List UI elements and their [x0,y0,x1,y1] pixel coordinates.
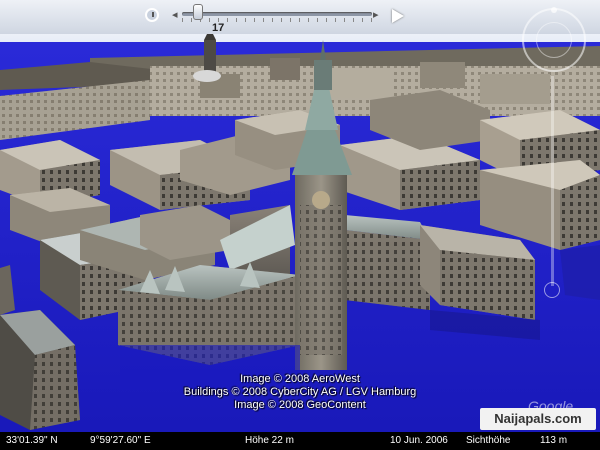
credit-line: Buildings © 2008 CyberCity AG / LGV Hamb… [183,386,417,398]
longitude-readout: 9°59'27.60" E [90,435,151,446]
time-slider-bar: ◂ ▸ 17 [0,0,600,34]
imagery-credits: Image © 2008 AeroWest Buildings © 2008 C… [0,373,600,412]
imagery-date: 10 Jun. 2006 [390,435,448,446]
elevation-readout: Höhe 22 m [245,435,294,446]
slider-left-arrow[interactable]: ◂ [172,8,178,21]
eye-altitude-label: Sichthöhe [466,435,511,446]
north-indicator-icon[interactable] [551,7,557,13]
slider-right-arrow[interactable]: ▸ [373,8,379,21]
time-slider-ticks [182,18,372,22]
latitude-readout: 33'01.39" N [6,435,58,446]
clock-icon[interactable] [145,8,159,22]
zoom-slider[interactable] [551,76,554,286]
credit-line: Image © 2008 AeroWest [240,373,360,385]
time-slider-track[interactable] [182,12,372,16]
look-joystick[interactable] [536,22,572,58]
time-slider-thumb[interactable] [193,4,203,20]
watermark: Naijapals.com [480,408,596,430]
eye-altitude-value: 113 m [540,435,568,446]
navigation-compass[interactable] [522,7,586,72]
play-icon[interactable] [392,9,404,23]
time-slider-value: 17 [212,22,225,34]
zoom-out-icon[interactable] [544,282,560,298]
map-viewport[interactable]: ◂ ▸ 17 Image © 2008 AeroWest Buildings ©… [0,0,600,450]
status-bar: 33'01.39" N 9°59'27.60" E Höhe 22 m 10 J… [0,432,600,450]
